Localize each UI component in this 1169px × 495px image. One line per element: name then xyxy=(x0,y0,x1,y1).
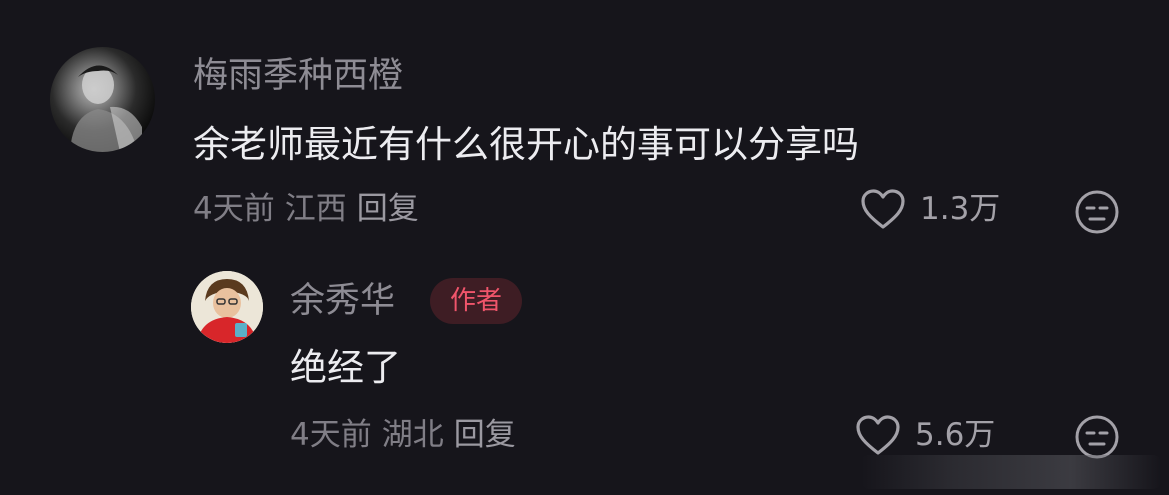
comment-time: 4天前 xyxy=(193,191,275,227)
heart-icon xyxy=(856,415,900,455)
reply-button[interactable]: 回复 xyxy=(357,191,419,227)
reply-dislike-button[interactable] xyxy=(1074,414,1120,460)
reply-username[interactable]: 余秀华 xyxy=(290,281,395,321)
reply-location: 湖北 xyxy=(381,417,444,453)
comment-username[interactable]: 梅雨季种西橙 xyxy=(193,56,403,96)
comment-meta: 4天前 江西 回复 xyxy=(193,191,429,227)
reply-time: 4天前 xyxy=(290,417,372,453)
author-avatar[interactable] xyxy=(191,271,263,343)
comment-location: 江西 xyxy=(284,191,347,227)
author-badge: 作者 xyxy=(430,278,522,324)
reply-like-count: 5.6万 xyxy=(915,417,996,453)
unamused-face-icon xyxy=(1075,415,1119,459)
comment-section: 梅雨季种西橙 余老师最近有什么很开心的事可以分享吗 4天前 江西 回复 1.3万 余… xyxy=(0,0,1169,495)
unamused-face-icon xyxy=(1075,190,1119,234)
comment-text: 余老师最近有什么很开心的事可以分享吗 xyxy=(193,123,859,166)
reply-meta: 4天前 湖北 回复 xyxy=(290,417,526,453)
reply-reply-button[interactable]: 回复 xyxy=(454,417,516,453)
heart-icon xyxy=(861,189,905,229)
watermark xyxy=(861,455,1161,489)
reply-like-button[interactable]: 5.6万 xyxy=(855,414,995,456)
reply-text: 绝经了 xyxy=(290,346,401,389)
avatar-portrait-icon xyxy=(70,65,142,152)
like-button[interactable]: 1.3万 xyxy=(860,188,1000,230)
like-count: 1.3万 xyxy=(920,191,1001,227)
author-portrait-icon xyxy=(191,271,263,343)
avatar[interactable] xyxy=(50,47,155,152)
dislike-button[interactable] xyxy=(1074,189,1120,235)
